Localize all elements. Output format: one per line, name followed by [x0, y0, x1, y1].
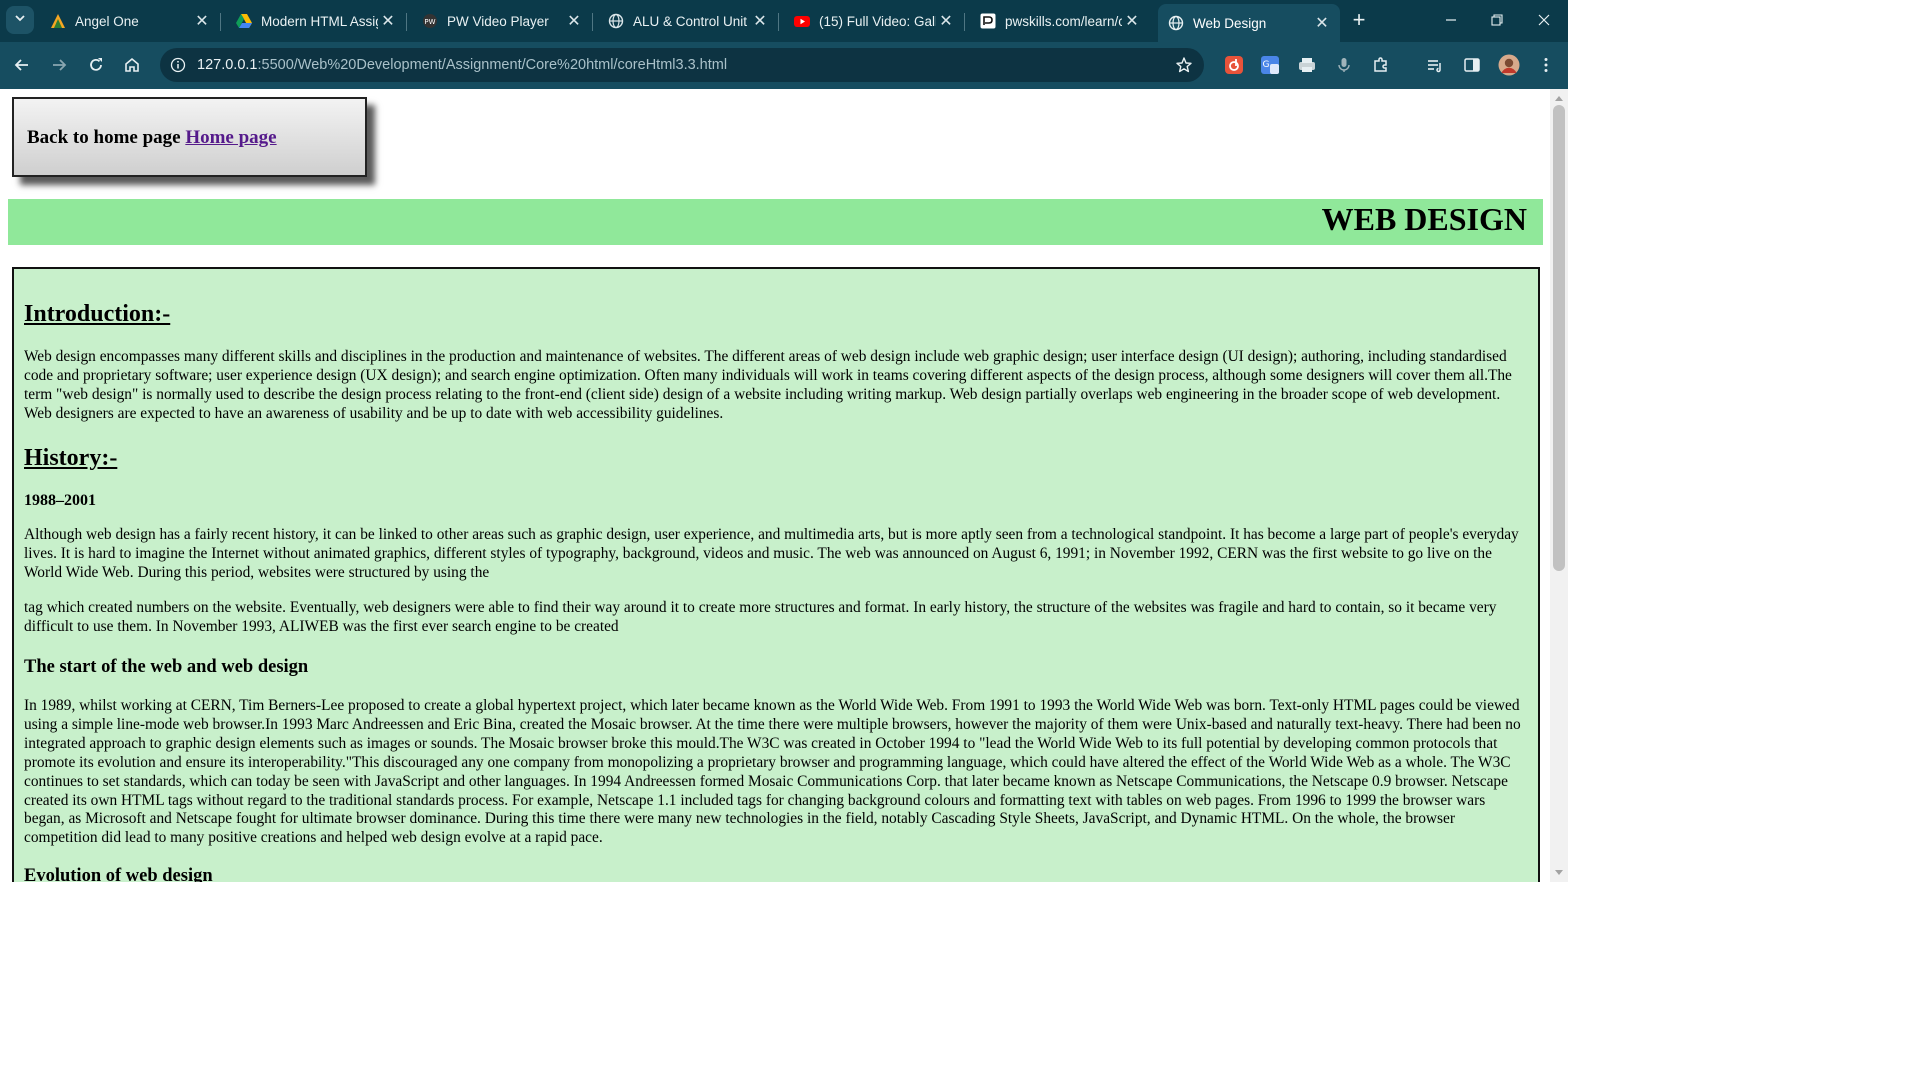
tab-title: Web Design — [1193, 15, 1267, 31]
site-info-icon[interactable] — [168, 55, 188, 75]
google-translate-icon[interactable]: G — [1257, 52, 1283, 78]
menu-dots-icon[interactable] — [1533, 52, 1559, 78]
browser-toolbar: 127.0.0.1:5500/Web%20Development/Assignm… — [0, 42, 1568, 89]
globe-icon — [1168, 15, 1184, 31]
tab-alu-control-unit[interactable]: ALU & Control Unit ✕ — [598, 6, 779, 36]
scroll-down-arrow-icon[interactable] — [1555, 870, 1563, 875]
globe-icon — [608, 13, 624, 29]
extension-app-icon[interactable] — [1221, 52, 1247, 78]
home-link-box: Back to home page Home page — [12, 97, 367, 177]
close-icon[interactable]: ✕ — [378, 11, 398, 31]
close-icon[interactable]: ✕ — [936, 11, 956, 31]
pwskills-icon — [980, 13, 996, 29]
chevron-down-icon — [14, 11, 26, 29]
bookmark-star-icon[interactable] — [1174, 55, 1194, 75]
tab-title: pwskills.com/learn/course — [1005, 13, 1122, 29]
new-tab-button[interactable]: + — [1347, 7, 1371, 32]
angel-one-icon — [50, 13, 66, 29]
tab-title: Modern HTML Assignment — [261, 13, 378, 29]
scroll-up-arrow-icon[interactable] — [1555, 96, 1563, 101]
google-drive-icon — [236, 13, 252, 29]
close-icon[interactable]: ✕ — [750, 11, 770, 31]
tab-web-design[interactable]: Web Design ✕ — [1158, 4, 1340, 42]
page-title: WEB DESIGN — [1321, 201, 1527, 237]
page-scrollbar[interactable] — [1550, 89, 1568, 882]
url-host: 127.0.0.1 — [197, 57, 258, 73]
url-path: :5500/Web%20Development/Assignment/Core%… — [257, 57, 728, 73]
tab-modern-html[interactable]: Modern HTML Assignment ✕ — [226, 6, 407, 36]
tab-title: (15) Full Video: Galliyan — [819, 13, 936, 29]
print-extension-icon[interactable] — [1294, 52, 1320, 78]
svg-text:PW: PW — [424, 18, 435, 26]
restore-icon[interactable] — [1485, 8, 1509, 32]
home-icon[interactable] — [119, 52, 145, 78]
tab-title: ALU & Control Unit — [633, 13, 748, 29]
tab-search-button[interactable] — [6, 6, 34, 34]
microphone-icon[interactable] — [1331, 52, 1357, 78]
close-icon[interactable]: ✕ — [192, 11, 212, 31]
media-queue-icon[interactable] — [1422, 52, 1448, 78]
tab-strip: Angel One ✕ Modern HTML Assignment ✕ PW … — [0, 0, 1568, 42]
reload-icon[interactable] — [83, 52, 109, 78]
history-period-heading: 1988–2001 — [24, 492, 96, 509]
forward-icon[interactable] — [46, 52, 72, 78]
history-paragraph-2: tag which created numbers on the website… — [24, 599, 1497, 635]
close-icon[interactable]: ✕ — [1312, 13, 1332, 33]
history-heading: History:- — [24, 445, 118, 471]
content-section: Introduction:- Web design encompasses ma… — [12, 267, 1540, 882]
introduction-paragraph: Web design encompasses many different sk… — [24, 348, 1512, 422]
close-icon[interactable]: ✕ — [1122, 11, 1142, 31]
close-window-icon[interactable] — [1532, 8, 1556, 32]
tab-title: PW Video Player — [447, 13, 549, 29]
home-page-link[interactable]: Home page — [185, 127, 276, 148]
introduction-heading: Introduction:- — [24, 301, 171, 327]
svg-text:G: G — [1263, 60, 1270, 70]
home-box-text: Back to home page Home page — [27, 127, 277, 149]
page-banner: WEB DESIGN — [8, 199, 1543, 245]
page-viewport: Back to home page Home page WEB DESIGN I… — [0, 89, 1550, 882]
url-text: 127.0.0.1:5500/Web%20Development/Assignm… — [197, 57, 727, 73]
youtube-icon — [794, 13, 810, 29]
history-paragraph-1: Although web design has a fairly recent … — [24, 526, 1519, 581]
pw-logo-icon: PW — [422, 13, 438, 29]
tab-angel-one[interactable]: Angel One ✕ — [40, 6, 221, 36]
tab-pwskills[interactable]: pwskills.com/learn/course ✕ — [970, 6, 1150, 36]
back-icon[interactable] — [9, 52, 35, 78]
side-panel-icon[interactable] — [1459, 52, 1485, 78]
evolution-heading: Evolution of web design — [24, 866, 213, 882]
extensions-puzzle-icon[interactable] — [1368, 52, 1394, 78]
web-start-paragraph: In 1989, whilst working at CERN, Tim Ber… — [24, 697, 1521, 847]
profile-avatar[interactable] — [1496, 52, 1522, 78]
tab-title: Angel One — [75, 13, 139, 29]
home-box-label: Back to home page — [27, 127, 181, 148]
scrollbar-thumb[interactable] — [1553, 105, 1565, 571]
close-icon[interactable]: ✕ — [564, 11, 584, 31]
tab-youtube-video[interactable]: (15) Full Video: Galliyan ✕ — [784, 6, 965, 36]
address-bar[interactable]: 127.0.0.1:5500/Web%20Development/Assignm… — [160, 48, 1204, 82]
minimize-icon[interactable] — [1439, 8, 1463, 32]
tab-pw-video-player[interactable]: PW PW Video Player ✕ — [412, 6, 593, 36]
web-start-heading: The start of the web and web design — [24, 657, 309, 677]
